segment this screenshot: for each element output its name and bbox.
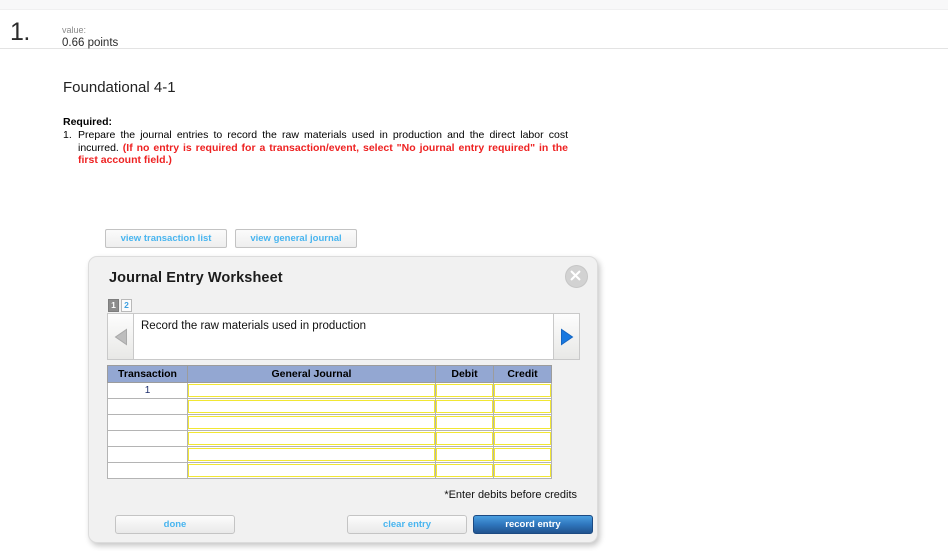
worksheet-title: Journal Entry Worksheet <box>109 270 283 286</box>
debit-input[interactable] <box>436 416 493 429</box>
general-journal-input[interactable] <box>188 400 435 413</box>
column-header-general-journal: General Journal <box>187 365 436 383</box>
transaction-number-cell <box>107 414 188 431</box>
column-header-transaction: Transaction <box>107 365 188 383</box>
required-heading: Required: <box>63 116 113 128</box>
question-header-bar: 1. value: 0.66 points <box>0 10 948 49</box>
required-section: Required: 1. Prepare the journal entries … <box>63 116 568 167</box>
table-header-row: Transaction General Journal Debit Credit <box>107 365 552 383</box>
table-row <box>107 414 552 431</box>
general-journal-cell[interactable] <box>187 446 436 463</box>
debit-input[interactable] <box>436 384 493 397</box>
table-row <box>107 446 552 463</box>
transaction-number-cell: 1 <box>107 382 188 399</box>
credit-input[interactable] <box>494 400 551 413</box>
done-button[interactable]: done <box>115 515 235 534</box>
table-row <box>107 398 552 415</box>
journal-entry-table: Transaction General Journal Debit Credit… <box>107 365 552 479</box>
debit-cell[interactable] <box>435 398 494 415</box>
page-title: Foundational 4-1 <box>63 79 176 96</box>
top-strip <box>0 0 948 10</box>
column-header-debit: Debit <box>435 365 494 383</box>
table-row <box>107 430 552 447</box>
required-item-alert: (If no entry is required for a transacti… <box>78 141 568 167</box>
general-journal-input[interactable] <box>188 448 435 461</box>
debit-cell[interactable] <box>435 430 494 447</box>
debit-input[interactable] <box>436 400 493 413</box>
question-number: 1. <box>10 18 30 46</box>
transaction-number-cell <box>107 430 188 447</box>
debit-input[interactable] <box>436 432 493 445</box>
debit-input[interactable] <box>436 464 493 477</box>
transaction-number-cell <box>107 446 188 463</box>
view-transaction-list-button[interactable]: view transaction list <box>105 229 227 248</box>
credit-cell[interactable] <box>493 430 552 447</box>
required-item: 1. Prepare the journal entries to record … <box>63 129 568 167</box>
worksheet-tab-1[interactable]: 1 <box>108 299 119 312</box>
right-triangle-icon[interactable] <box>553 314 579 359</box>
table-row: 1 <box>107 382 552 399</box>
general-journal-cell[interactable] <box>187 414 436 431</box>
journal-entry-worksheet-panel: Journal Entry Worksheet 12 Record the ra… <box>88 256 598 543</box>
credit-input[interactable] <box>494 416 551 429</box>
view-general-journal-button[interactable]: view general journal <box>235 229 357 248</box>
close-icon[interactable] <box>565 265 588 288</box>
general-journal-input[interactable] <box>188 432 435 445</box>
general-journal-cell[interactable] <box>187 462 436 479</box>
general-journal-input[interactable] <box>188 464 435 477</box>
left-triangle-icon[interactable] <box>108 314 134 359</box>
general-journal-cell[interactable] <box>187 398 436 415</box>
credit-cell[interactable] <box>493 382 552 399</box>
debits-before-credits-note: *Enter debits before credits <box>444 489 577 501</box>
value-points: 0.66 points <box>62 37 119 49</box>
debit-cell[interactable] <box>435 382 494 399</box>
debit-cell[interactable] <box>435 414 494 431</box>
credit-cell[interactable] <box>493 414 552 431</box>
transaction-number-cell <box>107 398 188 415</box>
debit-cell[interactable] <box>435 446 494 463</box>
record-entry-button[interactable]: record entry <box>473 515 593 534</box>
transaction-number-cell <box>107 462 188 479</box>
clear-entry-button[interactable]: clear entry <box>347 515 467 534</box>
transaction-nav-row: Record the raw materials used in product… <box>107 313 580 360</box>
credit-input[interactable] <box>494 448 551 461</box>
general-journal-input[interactable] <box>188 416 435 429</box>
view-buttons-group: view transaction list view general journa… <box>105 228 365 248</box>
debit-cell[interactable] <box>435 462 494 479</box>
debit-input[interactable] <box>436 448 493 461</box>
table-row <box>107 462 552 479</box>
required-list: 1. Prepare the journal entries to record … <box>63 129 568 167</box>
credit-input[interactable] <box>494 432 551 445</box>
transaction-description: Record the raw materials used in product… <box>141 320 367 332</box>
value-label: value: <box>62 25 87 35</box>
general-journal-cell[interactable] <box>187 430 436 447</box>
credit-cell[interactable] <box>493 398 552 415</box>
worksheet-tab-2[interactable]: 2 <box>121 299 132 312</box>
credit-input[interactable] <box>494 464 551 477</box>
credit-input[interactable] <box>494 384 551 397</box>
required-item-marker: 1. <box>63 129 72 141</box>
column-header-credit: Credit <box>493 365 552 383</box>
general-journal-input[interactable] <box>188 384 435 397</box>
credit-cell[interactable] <box>493 446 552 463</box>
general-journal-cell[interactable] <box>187 382 436 399</box>
question-value-block: value: 0.66 points <box>62 25 118 50</box>
credit-cell[interactable] <box>493 462 552 479</box>
